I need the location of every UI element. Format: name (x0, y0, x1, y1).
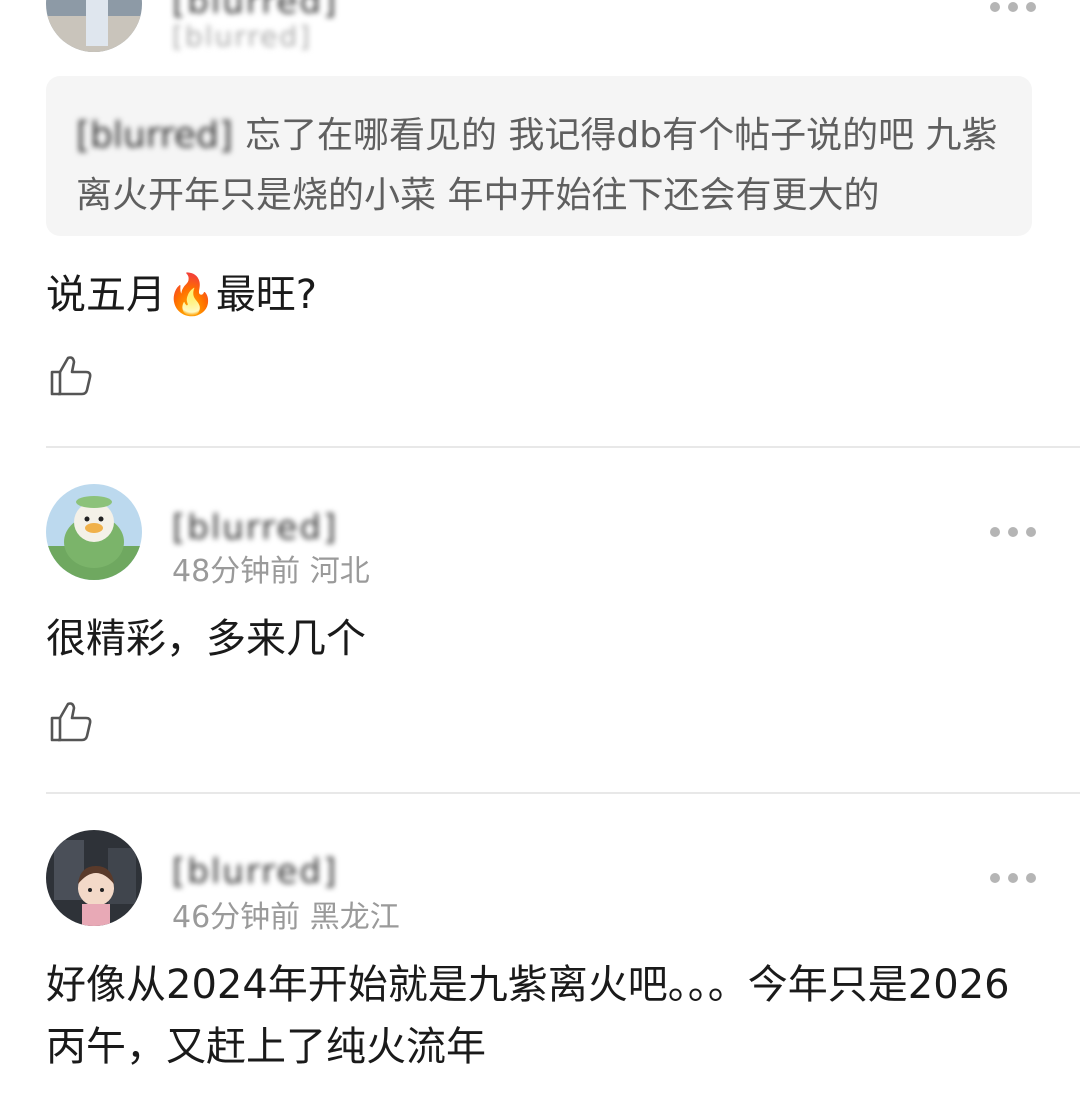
like-button[interactable] (48, 698, 94, 744)
fire-emoji: 🔥 (166, 272, 216, 318)
more-dots-icon (990, 527, 1000, 537)
comment-divider (46, 446, 1080, 448)
quoted-username[interactable]: [blurred] (76, 115, 233, 156)
user-avatar[interactable] (46, 0, 142, 52)
username[interactable]: [blurred] (172, 852, 338, 892)
user-meta: [blurred] (172, 20, 313, 53)
more-options-button[interactable] (990, 0, 1036, 14)
user-avatar[interactable] (46, 484, 142, 580)
comment-text: 很精彩，多来几个 (46, 616, 366, 662)
username[interactable]: [blurred] (172, 508, 338, 548)
user-avatar[interactable] (46, 830, 142, 926)
thumbs-up-icon (50, 356, 92, 396)
like-button[interactable] (48, 352, 94, 398)
comment-meta: 48分钟前 河北 (172, 554, 370, 589)
username[interactable]: [blurred] (172, 0, 338, 22)
more-options-button[interactable] (990, 871, 1036, 885)
quoted-reply[interactable]: [blurred] 忘了在哪看见的 我记得db有个帖子说的吧 九紫离火开年只是烧的… (46, 76, 1032, 236)
comment-text: 好像从2024年开始就是九紫离火吧。。。今年只是2026丙午，又赶上了纯火流年 (46, 962, 1010, 1070)
more-dots-icon (990, 873, 1000, 883)
thumbs-up-icon (50, 702, 92, 742)
more-options-button[interactable] (990, 525, 1036, 539)
comment-text: 说五月🔥最旺? (46, 272, 318, 318)
more-dots-icon (990, 2, 1000, 12)
comment-divider (46, 792, 1080, 794)
comment-meta: 46分钟前 黑龙江 (172, 900, 400, 935)
